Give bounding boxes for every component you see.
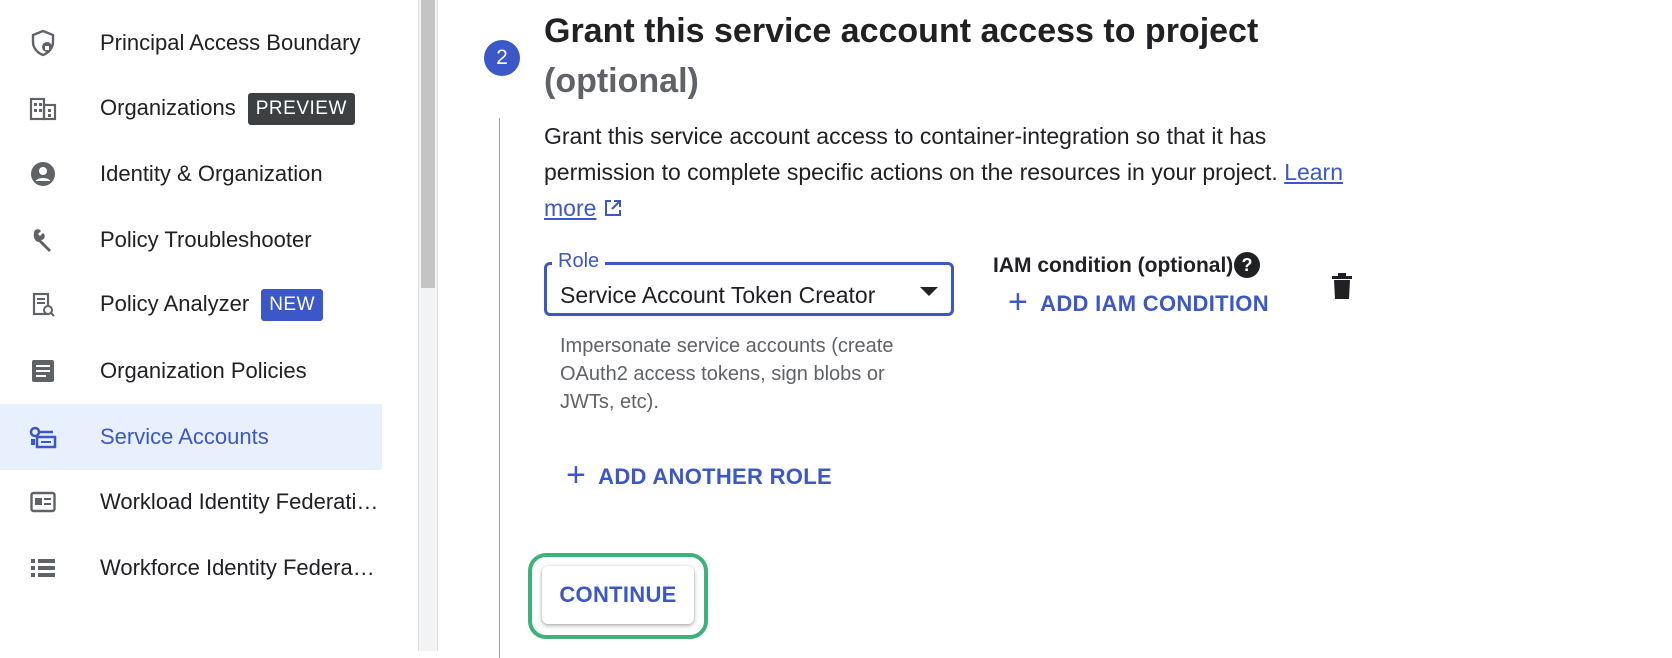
step-subtitle: (optional) [544, 62, 699, 100]
step-number: 2 [484, 40, 520, 76]
list-icon [28, 553, 58, 583]
building-icon [28, 94, 58, 124]
sidebar-item-label-text: Organizations [100, 94, 236, 120]
external-link-icon [604, 200, 621, 216]
sidebar-item-label: Organization Policies [100, 358, 307, 383]
continue-button[interactable]: CONTINUE [542, 566, 694, 624]
add-another-role-button[interactable]: + ADD ANOTHER ROLE [566, 456, 832, 494]
sidebar-item-label: Principal Access Boundary [100, 30, 361, 55]
sidebar-item-workload-identity-federation[interactable]: Workload Identity Federati… [0, 469, 382, 535]
sidebar-item-label: Service Accounts [100, 424, 269, 449]
help-icon[interactable]: ? [1234, 252, 1260, 278]
role-label: Role [552, 250, 606, 273]
step-connector-line [499, 118, 500, 658]
id-card-icon [28, 487, 58, 517]
sidebar-item-label-text: Policy Analyzer [100, 290, 250, 316]
new-badge: NEW [261, 289, 324, 321]
continue-label: CONTINUE [559, 582, 677, 607]
sidebar-item-label: Policy Troubleshooter [100, 227, 312, 252]
sidebar-item-label: Workload Identity Federati… [100, 489, 379, 514]
sidebar-item-organization-policies[interactable]: Organization Policies [0, 338, 382, 404]
wrench-icon [28, 225, 58, 255]
add-another-role-label: ADD ANOTHER ROLE [598, 463, 832, 489]
sidebar: Principal Access Boundary Organizations P… [0, 0, 408, 651]
role-value: Service Account Token Creator [560, 282, 876, 308]
add-iam-condition-label: ADD IAM CONDITION [1040, 290, 1269, 316]
sidebar-item-principal-access-boundary[interactable]: Principal Access Boundary [0, 10, 382, 76]
description-text: Grant this service account access to con… [544, 123, 1278, 185]
sidebar-item-service-accounts[interactable]: Service Accounts [0, 404, 382, 470]
step-description: Grant this service account access to con… [544, 118, 1364, 226]
sidebar-item-organizations[interactable]: Organizations PREVIEW [0, 76, 382, 142]
add-iam-condition-button[interactable]: + ADD IAM CONDITION [1008, 283, 1269, 321]
iam-condition-title: IAM condition (optional) [993, 254, 1234, 277]
sidebar-scrollbar-thumb[interactable] [421, 0, 435, 288]
sidebar-item-label: Identity & Organization [100, 161, 323, 186]
step-title: Grant this service account access to pro… [544, 12, 1259, 50]
sidebar-item-policy-troubleshooter[interactable]: Policy Troubleshooter [0, 207, 382, 273]
sidebar-item-label: Workforce Identity Federa… [100, 555, 375, 580]
sidebar-item-policy-analyzer[interactable]: Policy Analyzer NEW [0, 272, 382, 338]
sidebar-item-workforce-identity-federation[interactable]: Workforce Identity Federa… [0, 535, 382, 601]
service-account-icon [28, 422, 58, 452]
account-circle-icon [28, 159, 58, 189]
document-search-icon [28, 290, 58, 320]
list-document-icon [28, 356, 58, 386]
plus-icon: + [566, 456, 587, 494]
sidebar-item-identity-organization[interactable]: Identity & Organization [0, 141, 382, 207]
caret-down-icon[interactable] [920, 287, 938, 296]
sidebar-item-label: Policy Analyzer NEW [100, 289, 324, 321]
shield-lock-icon [28, 28, 58, 58]
preview-badge: PREVIEW [247, 93, 355, 125]
trash-icon[interactable] [1330, 272, 1354, 300]
role-help-text: Impersonate service accounts (create OAu… [560, 335, 894, 413]
sidebar-item-label: Organizations PREVIEW [100, 93, 355, 125]
plus-icon: + [1008, 283, 1029, 321]
